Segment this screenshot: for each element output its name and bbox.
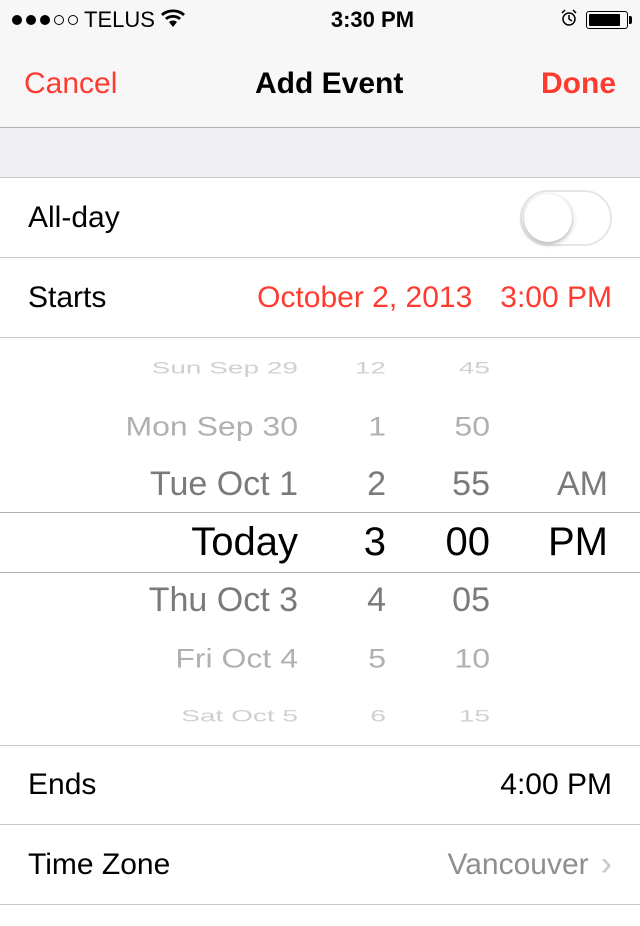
picker-date-item[interactable]: Sat Oct 5 [181, 698, 298, 733]
picker-hour-item[interactable]: 4 [367, 571, 386, 629]
status-left: TELUS [12, 7, 185, 33]
starts-date-value: October 2, 2013 [257, 281, 472, 315]
timezone-label: Time Zone [28, 848, 170, 882]
chevron-right-icon: › [601, 845, 612, 884]
all-day-toggle[interactable] [520, 190, 612, 246]
status-bar: TELUS 3:30 PM [0, 0, 640, 40]
picker-hour-column[interactable]: 12 1 2 3 4 5 6 [308, 338, 398, 745]
picker-hour-selected[interactable]: 3 [364, 513, 386, 571]
picker-minute-selected[interactable]: 00 [446, 513, 491, 571]
timezone-value: Vancouver [447, 848, 588, 882]
picker-hour-item[interactable]: 6 [370, 698, 386, 733]
picker-ampm-item[interactable]: AM [557, 455, 608, 513]
battery-icon [586, 11, 628, 29]
done-button[interactable]: Done [541, 67, 616, 101]
datetime-picker[interactable]: Sun Sep 29 Mon Sep 30 Tue Oct 1 Today Th… [0, 338, 640, 746]
picker-ampm-selected[interactable]: PM [548, 513, 608, 571]
cancel-button[interactable]: Cancel [24, 67, 117, 101]
picker-date-column[interactable]: Sun Sep 29 Mon Sep 30 Tue Oct 1 Today Th… [28, 338, 308, 745]
picker-date-item[interactable]: Tue Oct 1 [150, 455, 298, 513]
ends-value: 4:00 PM [500, 768, 612, 802]
picker-date-item[interactable]: Mon Sep 30 [125, 401, 298, 450]
all-day-row[interactable]: All-day [0, 178, 640, 258]
carrier-label: TELUS [84, 7, 155, 33]
picker-ampm-column[interactable]: AM PM [498, 338, 612, 745]
section-spacer [0, 128, 640, 178]
picker-minute-item[interactable]: 45 [459, 350, 490, 385]
picker-minute-column[interactable]: 45 50 55 00 05 10 15 [398, 338, 498, 745]
picker-hour-item[interactable]: 1 [368, 401, 386, 450]
toggle-knob [524, 194, 572, 242]
page-title: Add Event [255, 67, 403, 101]
picker-hour-item[interactable]: 12 [355, 350, 386, 385]
picker-hour-item[interactable]: 2 [367, 455, 386, 513]
picker-date-item[interactable]: Fri Oct 4 [175, 633, 298, 682]
ends-row[interactable]: Ends 4:00 PM [0, 745, 640, 825]
picker-minute-item[interactable]: 10 [454, 633, 490, 682]
picker-minute-item[interactable]: 55 [452, 455, 490, 513]
alarm-icon [560, 9, 578, 32]
ends-label: Ends [28, 768, 96, 802]
starts-label: Starts [28, 281, 106, 315]
status-time: 3:30 PM [331, 7, 414, 33]
picker-date-item[interactable]: Thu Oct 3 [149, 571, 298, 629]
starts-time-value: 3:00 PM [500, 281, 612, 315]
timezone-row[interactable]: Time Zone Vancouver › [0, 825, 640, 905]
status-right [560, 9, 628, 32]
signal-strength-icon [12, 15, 78, 25]
picker-minute-item[interactable]: 50 [454, 401, 490, 450]
all-day-label: All-day [28, 201, 120, 235]
picker-date-selected[interactable]: Today [191, 513, 298, 571]
wifi-icon [161, 7, 185, 33]
nav-bar: Cancel Add Event Done [0, 40, 640, 128]
picker-minute-item[interactable]: 05 [452, 571, 490, 629]
picker-hour-item[interactable]: 5 [368, 633, 386, 682]
starts-row[interactable]: Starts October 2, 2013 3:00 PM [0, 258, 640, 338]
picker-date-item[interactable]: Sun Sep 29 [152, 350, 298, 385]
picker-minute-item[interactable]: 15 [459, 698, 490, 733]
